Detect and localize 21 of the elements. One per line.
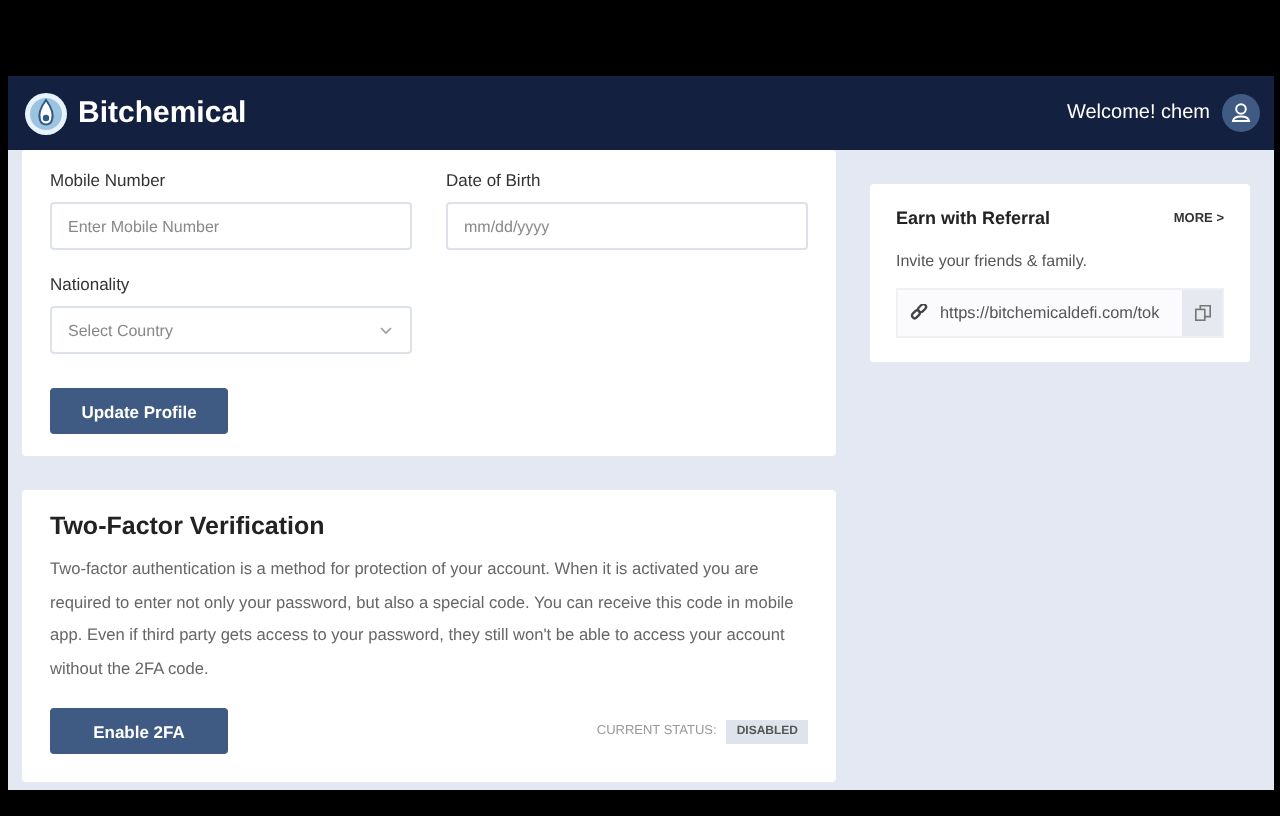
description-text: Two-factor authentication is a method for protection of your account. When it is activated you are required to enter not only your password, but also a special code. You can receive this code in mobile app. Even if third party gets access to your password, they still won't be able to access your account without the 2FA code. [50,556,796,682]
referral-link-field[interactable]: https://bitchemicaldefi.com/tok [896,288,1224,338]
welcome-text: Welcome! chem [1066,102,1210,124]
copy-button[interactable] [1182,290,1222,336]
brand-name: Bitchemical [78,96,247,130]
card-title: Earn with Referral [896,208,1051,228]
field-label: Date of Birth [446,170,543,190]
field-label: Mobile Number [50,170,168,190]
invite-text: Invite your friends & family. [896,252,1089,270]
update-profile-button[interactable]: Update Profile [50,388,228,434]
input-field[interactable]: Enter Mobile Number [50,202,412,250]
enable-2fa-button[interactable]: Enable 2FA [50,708,228,755]
input-field[interactable]: mm/dd/yyyy [446,202,808,250]
user-avatar-icon[interactable] [1222,94,1260,132]
section-title: Two-Factor Verification [50,512,327,540]
field-label: Nationality [50,274,132,294]
link-icon [910,304,928,322]
chevron-down-icon [378,322,394,338]
copy-icon [1193,304,1211,322]
country-dropdown[interactable]: Select Country [50,306,412,354]
logo-icon [24,91,68,135]
